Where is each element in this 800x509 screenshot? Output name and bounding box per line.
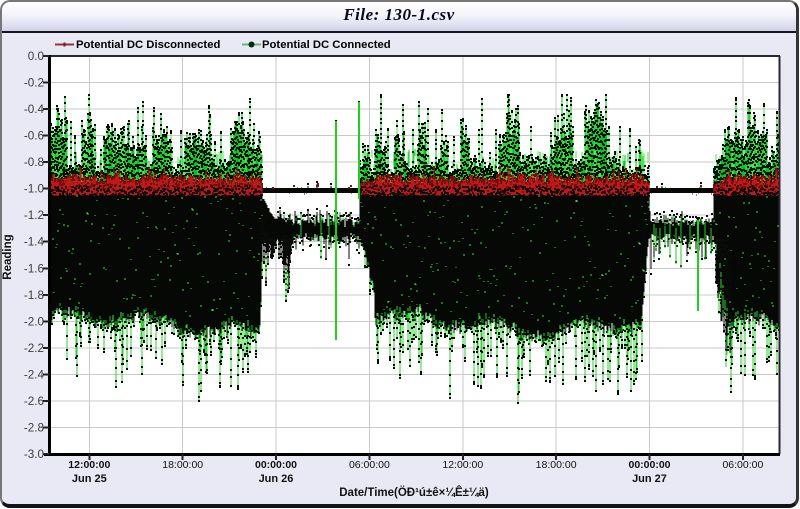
svg-text:-2.8: -2.8 (24, 422, 44, 435)
svg-text:0.0: 0.0 (28, 50, 45, 63)
svg-text:-2.2: -2.2 (24, 342, 44, 355)
svg-text:-2.0: -2.0 (24, 315, 45, 328)
svg-text:-2.6: -2.6 (24, 395, 44, 408)
svg-text:-1.8: -1.8 (24, 289, 44, 302)
svg-text:Jun 26: Jun 26 (259, 473, 294, 485)
svg-text:18:00:00: 18:00:00 (162, 459, 203, 471)
svg-text:-3.0: -3.0 (24, 448, 45, 461)
svg-text:-0.6: -0.6 (24, 130, 44, 143)
svg-text:-2.4: -2.4 (24, 368, 45, 381)
svg-text:Potential DC Disconnected: Potential DC Disconnected (76, 39, 220, 51)
svg-text:-1.4: -1.4 (24, 236, 45, 249)
svg-text:Jun 25: Jun 25 (72, 473, 107, 485)
svg-text:Date/Time(ÖÐ¹ú±ê×¼Ê±¼ä): Date/Time(ÖÐ¹ú±ê×¼Ê±¼ä) (339, 486, 489, 499)
svg-text:-0.8: -0.8 (24, 156, 44, 169)
svg-text:00:00:00: 00:00:00 (255, 459, 297, 471)
svg-text:-0.2: -0.2 (24, 77, 44, 90)
svg-text:18:00:00: 18:00:00 (536, 459, 577, 471)
svg-text:06:00:00: 06:00:00 (349, 459, 390, 471)
svg-text:-1.6: -1.6 (24, 262, 44, 275)
svg-text:-1.2: -1.2 (24, 209, 44, 222)
svg-text:-0.4: -0.4 (24, 103, 45, 116)
svg-text:-1.0: -1.0 (24, 183, 45, 196)
svg-text:Jun 27: Jun 27 (632, 473, 667, 485)
svg-text:12:00:00: 12:00:00 (68, 459, 110, 471)
svg-text:00:00:00: 00:00:00 (628, 459, 670, 471)
svg-text:Reading: Reading (2, 234, 14, 279)
svg-text:12:00:00: 12:00:00 (442, 459, 483, 471)
svg-text:Potential DC Connected: Potential DC Connected (262, 39, 391, 51)
svg-text:06:00:00: 06:00:00 (722, 459, 763, 471)
